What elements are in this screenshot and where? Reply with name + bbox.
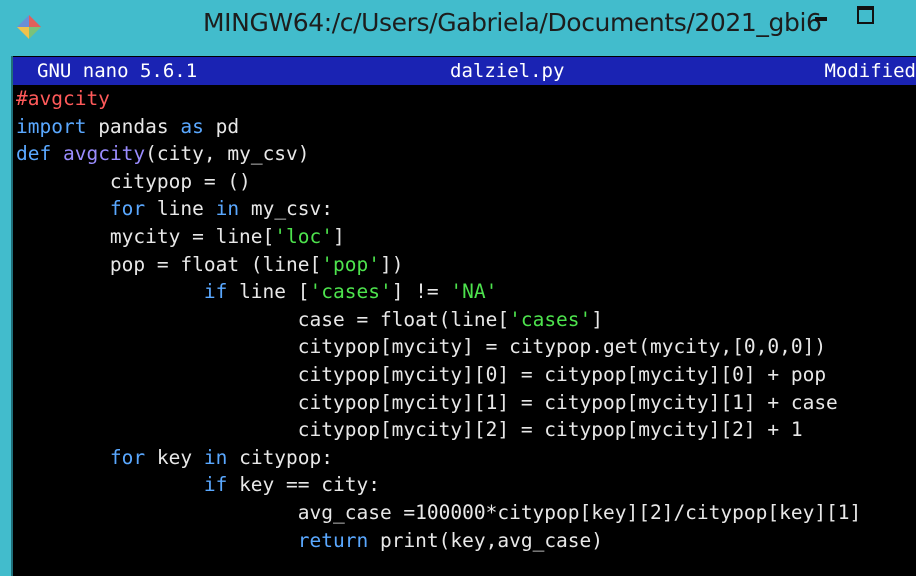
code-token: line bbox=[145, 197, 216, 221]
code-token: as bbox=[180, 114, 204, 138]
code-line: citypop[mycity] = citypop.get(mycity,[0,… bbox=[16, 333, 861, 361]
code-token: 'loc' bbox=[274, 224, 333, 248]
title-bar[interactable]: MINGW64:/c/Users/Gabriela/Documents/2021… bbox=[0, 0, 916, 56]
code-token: #avgcity bbox=[16, 87, 110, 110]
code-token: my_csv: bbox=[239, 197, 334, 221]
code-line: return print(key,avg_case) bbox=[16, 527, 861, 555]
code-token: pop = float (line[ bbox=[16, 252, 322, 276]
modified-indicator: Modified bbox=[824, 60, 916, 82]
code-line: pop = float (line['pop']) bbox=[16, 251, 861, 279]
code-token: (city, my_csv) bbox=[145, 142, 310, 166]
code-line: mycity = line['loc'] bbox=[16, 223, 861, 251]
code-line: for line in my_csv: bbox=[16, 195, 861, 223]
code-line: citypop[mycity][1] = citypop[mycity][1] … bbox=[16, 389, 861, 417]
code-line: import pandas as pd bbox=[16, 113, 861, 141]
code-line: if key == city: bbox=[16, 471, 861, 499]
code-token: for bbox=[109, 445, 146, 469]
code-token: in bbox=[215, 197, 240, 221]
code-token: key == city: bbox=[227, 473, 380, 497]
nano-version: GNU nano 5.6.1 bbox=[37, 60, 198, 82]
code-line: avg_case =100000*citypop[key][2]/citypop… bbox=[16, 499, 862, 527]
code-token: citypop = () bbox=[16, 169, 251, 193]
code-token: if bbox=[203, 473, 228, 497]
code-line: citypop = () bbox=[16, 168, 861, 196]
code-token: citypop: bbox=[227, 445, 334, 469]
nano-status-bar: GNU nano 5.6.1 dalziel.py Modified bbox=[13, 57, 916, 85]
code-token: def bbox=[16, 142, 52, 166]
code-line: if line ['cases'] != 'NA' bbox=[16, 278, 861, 306]
minimize-button[interactable] bbox=[800, 0, 842, 34]
code-token: import bbox=[16, 114, 87, 138]
code-line: def avgcity(city, my_csv) bbox=[16, 140, 861, 168]
code-editor[interactable]: #avgcity import pandas as pd def avgcity(c… bbox=[16, 85, 861, 554]
code-line: citypop[mycity][2] = citypop[mycity][2] … bbox=[16, 416, 861, 444]
code-token: case = float(line[ bbox=[16, 307, 510, 331]
code-token: ] bbox=[591, 307, 604, 331]
window-title: MINGW64:/c/Users/Gabriela/Documents/2021… bbox=[203, 8, 822, 37]
code-token: return bbox=[297, 528, 369, 552]
code-token: key bbox=[145, 445, 204, 469]
code-token: ] bbox=[332, 224, 345, 248]
code-token: citypop[mycity][2] = citypop[mycity][2] … bbox=[16, 418, 803, 442]
code-token: for bbox=[109, 197, 146, 221]
code-token: pandas bbox=[86, 114, 181, 138]
terminal-area[interactable]: GNU nano 5.6.1 dalziel.py Modified #avgc… bbox=[11, 56, 916, 576]
terminal-window: MINGW64:/c/Users/Gabriela/Documents/2021… bbox=[0, 0, 916, 576]
code-token: avgcity bbox=[62, 142, 146, 166]
code-token: 'cases' bbox=[509, 307, 592, 331]
code-token: citypop[mycity][0] = citypop[mycity][0] … bbox=[16, 362, 827, 386]
code-token: line [ bbox=[227, 280, 310, 304]
code-token: pd bbox=[203, 114, 240, 138]
mingw-icon[interactable] bbox=[16, 14, 42, 40]
code-token: 'NA' bbox=[450, 280, 498, 304]
code-token: ]) bbox=[379, 252, 404, 276]
maximize-button[interactable] bbox=[846, 0, 886, 34]
code-token: 'cases' bbox=[309, 280, 392, 304]
code-line: citypop[mycity][0] = citypop[mycity][0] … bbox=[16, 361, 861, 389]
code-token: citypop[mycity] = citypop.get(mycity,[0,… bbox=[16, 335, 827, 359]
file-name: dalziel.py bbox=[450, 60, 565, 82]
code-token: in bbox=[203, 445, 228, 469]
code-line: for key in citypop: bbox=[16, 444, 861, 472]
code-line: case = float(line['cases'] bbox=[16, 306, 861, 334]
code-token: avg_case =100000*citypop[key][2]/citypop… bbox=[16, 500, 862, 524]
code-token: mycity = line[ bbox=[16, 224, 275, 248]
code-token: if bbox=[203, 280, 228, 304]
code-token: citypop[mycity][1] = citypop[mycity][1] … bbox=[16, 390, 838, 414]
code-line: #avgcity bbox=[16, 85, 861, 113]
code-token: print(key,avg_case) bbox=[368, 528, 604, 552]
code-token: 'pop' bbox=[321, 252, 380, 276]
code-token: ] != bbox=[391, 280, 451, 304]
